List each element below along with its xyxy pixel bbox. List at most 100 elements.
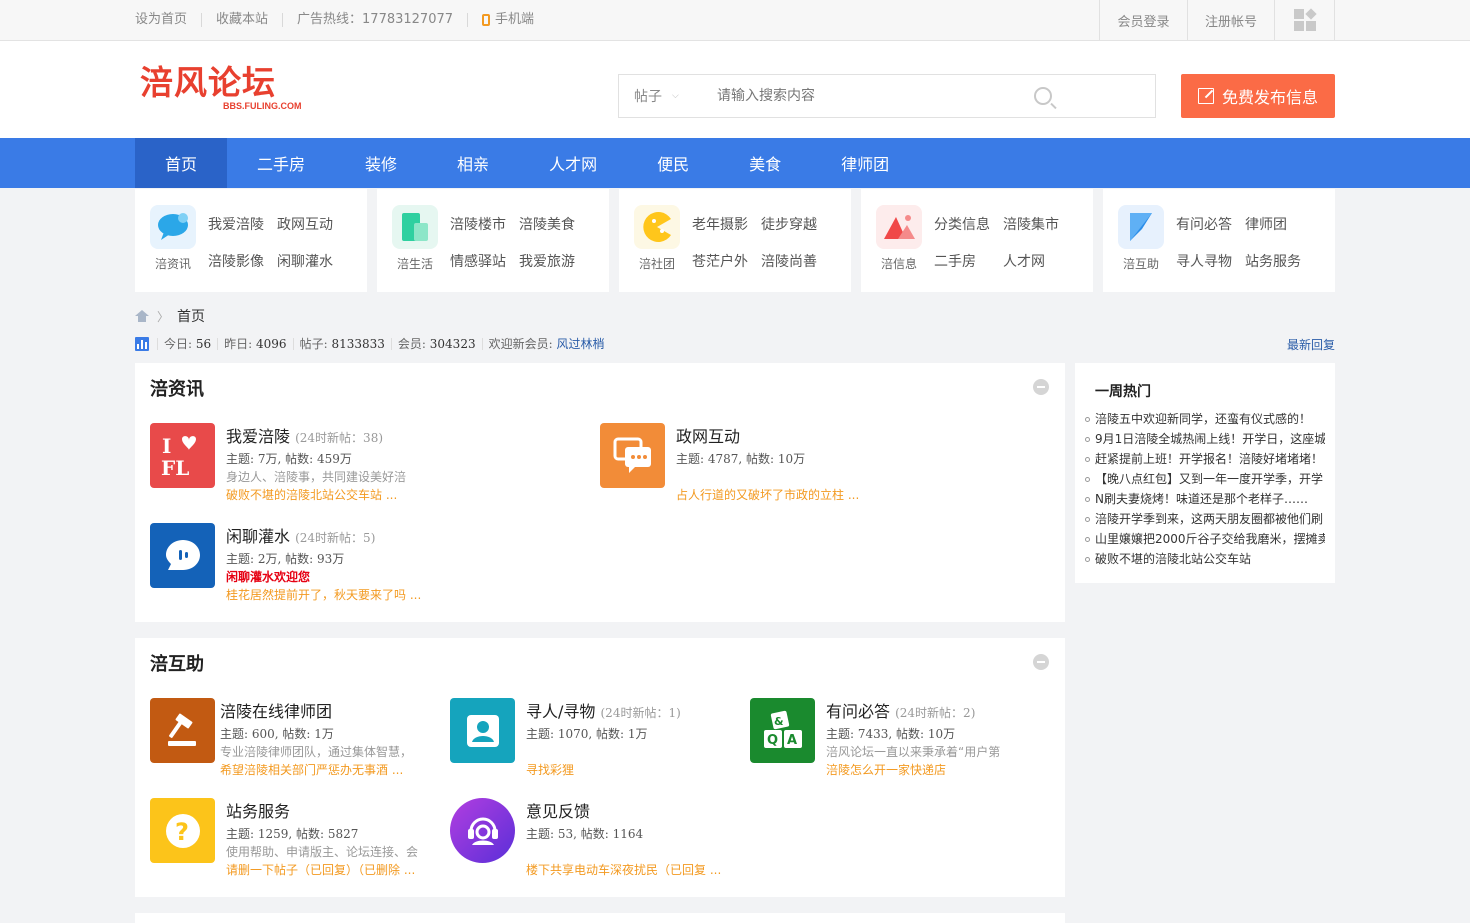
forum-last-post[interactable]: 希望涪陵相关部门严惩办无事酒 ... (220, 761, 403, 778)
category-link[interactable]: 人才网 (1003, 251, 1072, 271)
category-info: 涪信息 分类信息 涪陵集市 二手房 人才网 (861, 189, 1093, 292)
category-link[interactable]: 苍茫户外 (692, 251, 761, 271)
hot-item[interactable]: 山里嬢嬢把2000斤谷子交给我磨米，摆摊卖 (1085, 529, 1325, 549)
nav-second-hand-house[interactable]: 二手房 (227, 138, 335, 188)
category-link[interactable]: 涪陵美食 (519, 214, 588, 234)
category-link[interactable]: 情感驿站 (450, 251, 519, 271)
collapse-icon[interactable] (1033, 654, 1049, 670)
search-icon[interactable] (1034, 87, 1052, 105)
nav-home[interactable]: 首页 (135, 138, 228, 188)
collapse-icon[interactable] (1033, 379, 1049, 395)
category-news: 涪资讯 我爱涪陵 政网互动 涪陵影像 闲聊灌水 (135, 189, 367, 292)
hot-item[interactable]: 涪陵开学季到来，这两天朋友圈都被他们刷 (1085, 509, 1325, 529)
new-member-link[interactable]: 风过林梢 (556, 337, 604, 351)
category-link[interactable]: 分类信息 (934, 214, 1003, 234)
forum-last-post[interactable]: 占人行道的又破坏了市政的立柱 ... (676, 486, 859, 503)
forum-item[interactable]: ? 站务服务 主题: 1259, 帖数: 5827 使用帮助、申请版主、论坛连接… (150, 798, 440, 878)
person-search-icon (450, 698, 515, 763)
category-link[interactable]: 有问必答 (1176, 214, 1245, 234)
nav-services[interactable]: 便民 (627, 138, 719, 188)
hot-item[interactable]: 【晚八点红包】又到一年一度开学季，开学 (1085, 469, 1325, 489)
forum-last-post[interactable]: 请删一下帖子（已回复）（已删除 ... (226, 861, 415, 878)
category-link[interactable]: 涪陵尚善 (761, 251, 830, 271)
building-icon[interactable] (392, 205, 438, 249)
hot-item[interactable]: 赶紧提前上班！开学报名！涪陵好堵堵堵！ (1085, 449, 1325, 469)
search-input[interactable] (693, 76, 993, 116)
category-link[interactable]: 涪陵影像 (208, 251, 277, 271)
forum-last-post[interactable]: 寻找彩狸 (526, 761, 574, 778)
hot-item[interactable]: 9月1日涪陵全城热闹上线！开学日，这座城 (1085, 429, 1325, 449)
forum-desc: 专业涪陵律师团队，通过集体智慧， (220, 745, 413, 759)
forum-item[interactable]: I FL 我爱涪陵 (24时新帖：38) 主题: 7万, 帖数: 459万 身边人… (150, 423, 570, 503)
mobile-label: 手机端 (495, 12, 535, 27)
nav-decoration[interactable]: 装修 (335, 138, 427, 188)
breadcrumb-current[interactable]: 首页 (177, 306, 205, 326)
forum-item[interactable]: 涪陵在线律师团 主题: 600, 帖数: 1万 专业涪陵律师团队，通过集体智慧，… (150, 698, 440, 778)
category-link[interactable]: 涪陵楼市 (450, 214, 519, 234)
forum-last-post[interactable]: 破败不堪的涪陵北站公交车站 ... (226, 486, 397, 503)
latest-reply-link[interactable]: 最新回复 (1287, 336, 1335, 353)
login-button[interactable]: 会员登录 (1099, 0, 1187, 40)
post-info-label: 免费发布信息 (1221, 88, 1318, 107)
forum-item[interactable]: 意见反馈 主题: 53, 帖数: 1164 楼下共享电动车深夜扰民（已回复 ..… (450, 798, 740, 878)
forum-meta: 主题: 2万, 帖数: 93万 (226, 552, 345, 566)
mobile-link[interactable]: 手机端 (467, 13, 548, 27)
nav-lawyers[interactable]: 律师团 (811, 138, 919, 188)
top-links: 设为首页 收藏本站 广告热线：17783127077 手机端 (135, 0, 548, 40)
stat-yesterday: 昨日: 4096 (217, 338, 292, 350)
forum-last-post[interactable]: 桂花居然提前开了，秋天要来了吗 ... (226, 586, 421, 603)
customer-service-icon (450, 798, 515, 863)
category-link[interactable]: 涪陵集市 (1003, 214, 1072, 234)
hot-item[interactable]: 涪陵五中欢迎新同学，还蛮有仪式感的！ (1085, 409, 1325, 429)
hot-item[interactable]: 破败不堪的涪陵北站公交车站 (1085, 549, 1325, 569)
mountain-icon[interactable] (876, 205, 922, 249)
nav-food[interactable]: 美食 (719, 138, 811, 188)
breadcrumb-separator: 〉 (157, 309, 170, 324)
grid-icon (1293, 8, 1317, 31)
category-link[interactable]: 政网互动 (277, 214, 346, 234)
nav-dating[interactable]: 相亲 (427, 138, 519, 188)
forum-desc: 涪风论坛一直以来秉承着“用户第 (826, 745, 1001, 759)
category-clubs: 涪社团 老年摄影 徒步穿越 苍茫户外 涪陵尚善 (619, 189, 851, 292)
category-link[interactable]: 闲聊灌水 (277, 251, 346, 271)
forum-last-post[interactable]: 楼下共享电动车深夜扰民（已回复 ... (526, 861, 721, 878)
flag-icon[interactable] (1118, 205, 1164, 249)
category-link[interactable]: 老年摄影 (692, 214, 761, 234)
gavel-icon (150, 698, 215, 763)
category-link[interactable]: 站务服务 (1245, 251, 1314, 271)
forum-name: 有问必答 (24时新帖：2) (826, 702, 976, 721)
register-button[interactable]: 注册帐号 (1187, 0, 1274, 40)
hot-item[interactable]: N刷夫妻烧烤！味道还是那个老样子…… (1085, 489, 1325, 509)
forum-item[interactable]: 寻人/寻物 (24时新帖：1) 主题: 1070, 帖数: 1万 寻找彩狸 (450, 698, 740, 778)
voice-bubble-icon (150, 523, 215, 588)
weekly-hot-title: 一周热门 (1095, 384, 1151, 400)
section-news: 涪资讯 I FL 我爱涪陵 (24时新帖：38) 主题: 7万, 帖数: 459万… (135, 363, 1065, 622)
category-link[interactable]: 我爱旅游 (519, 251, 588, 271)
qa-icon: & Q A (750, 698, 815, 763)
forum-last-post[interactable]: 涪陵怎么开一家快递店 (826, 761, 946, 778)
pacman-icon[interactable] (634, 205, 680, 249)
category-link[interactable]: 二手房 (934, 251, 1003, 271)
nav-jobs[interactable]: 人才网 (519, 138, 627, 188)
chat-bubble-icon[interactable] (150, 205, 196, 249)
forum-item[interactable]: 政网互动 主题: 4787, 帖数: 10万 占人行道的又破坏了市政的立柱 ..… (600, 423, 1020, 503)
next-section (135, 913, 1065, 923)
category-link[interactable]: 寻人寻物 (1176, 251, 1245, 271)
site-logo[interactable]: 涪风论坛 BBS.FULING.COM (140, 65, 310, 115)
apps-button[interactable] (1274, 0, 1335, 40)
question-icon: ? (150, 798, 215, 863)
bullet-icon (1085, 476, 1090, 482)
svg-text:FL: FL (161, 456, 189, 480)
forum-item[interactable]: & Q A 有问必答 (24时新帖：2) 主题: 7433, 帖数: 10万 涪风论… (750, 698, 1050, 778)
section-title: 涪互助 (150, 654, 204, 675)
post-info-button[interactable]: 免费发布信息 (1181, 74, 1335, 118)
home-icon[interactable] (135, 310, 149, 322)
section-title: 涪资讯 (150, 379, 204, 400)
search-type-select[interactable]: 帖子 ⌵ (619, 86, 693, 106)
forum-item[interactable]: 闲聊灌水 (24时新帖：5) 主题: 2万, 帖数: 93万 闲聊灌水欢迎您 桂… (150, 523, 570, 603)
category-link[interactable]: 徒步穿越 (761, 214, 830, 234)
category-link[interactable]: 律师团 (1245, 214, 1314, 234)
set-homepage-link[interactable]: 设为首页 (135, 13, 201, 27)
category-link[interactable]: 我爱涪陵 (208, 214, 277, 234)
bookmark-link[interactable]: 收藏本站 (201, 13, 282, 27)
